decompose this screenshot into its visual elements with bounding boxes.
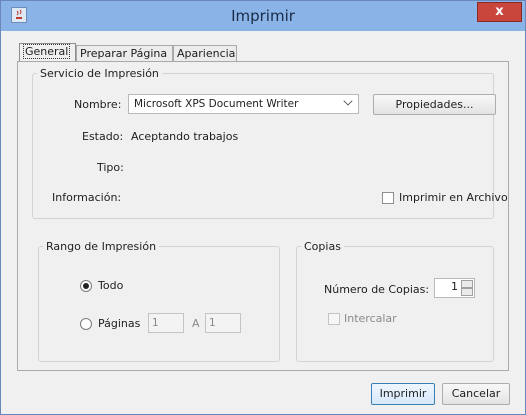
tab-label: Apariencia xyxy=(177,47,236,60)
chevron-down-icon xyxy=(343,96,353,106)
status-label: Estado: xyxy=(82,130,124,143)
general-tab-panel: Servicio de Impresión Nombre: Microsoft … xyxy=(17,61,509,371)
status-value: Aceptando trabajos xyxy=(131,130,239,143)
type-label: Tipo: xyxy=(97,161,124,174)
print-dialog: Imprimir x General Preparar Página Apari… xyxy=(0,0,526,415)
copies-group: Copias xyxy=(296,240,494,362)
print-to-file-label[interactable]: Imprimir en Archivo xyxy=(399,191,508,204)
pages-to-input[interactable]: 1 xyxy=(205,313,241,333)
copies-spinner[interactable]: 1 xyxy=(434,278,475,298)
spinner-down-icon[interactable] xyxy=(461,288,473,296)
tab-general[interactable]: General xyxy=(19,43,76,62)
cancel-button[interactable]: Cancelar xyxy=(442,383,510,405)
printer-select[interactable]: Microsoft XPS Document Writer xyxy=(128,94,359,114)
print-button[interactable]: Imprimir xyxy=(371,383,435,405)
spinner-up-icon[interactable] xyxy=(461,280,473,288)
radio-selected-dot xyxy=(83,283,89,289)
print-range-legend: Rango de Impresión xyxy=(46,240,157,253)
close-icon: x xyxy=(495,4,504,19)
copies-legend: Copias xyxy=(304,240,341,253)
tab-label: General xyxy=(23,44,71,59)
collate-label: Intercalar xyxy=(344,312,397,325)
window-title: Imprimir xyxy=(231,7,295,25)
info-label: Información: xyxy=(52,191,122,204)
radio-all[interactable] xyxy=(80,280,92,292)
dialog-body: General Preparar Página Apariencia Servi… xyxy=(9,37,517,407)
printer-name-label: Nombre: xyxy=(74,98,122,111)
properties-button[interactable]: Propiedades... xyxy=(373,94,496,115)
print-to-file-checkbox[interactable] xyxy=(382,192,394,204)
copies-count-value: 1 xyxy=(451,280,458,293)
pages-from-input[interactable]: 1 xyxy=(148,313,184,333)
title-bar[interactable]: Imprimir x xyxy=(1,1,525,31)
tab-appearance[interactable]: Apariencia xyxy=(173,45,237,62)
radio-all-label[interactable]: Todo xyxy=(98,279,123,292)
close-button[interactable]: x xyxy=(477,2,522,22)
tab-label: Preparar Página xyxy=(80,47,168,60)
radio-pages-label[interactable]: Páginas xyxy=(98,317,140,330)
tab-page-setup[interactable]: Preparar Página xyxy=(76,45,173,62)
collate-checkbox[interactable] xyxy=(328,313,340,325)
pages-to-label: A xyxy=(192,317,200,330)
copies-count-label: Número de Copias: xyxy=(324,283,430,296)
print-service-legend: Servicio de Impresión xyxy=(40,67,159,80)
radio-pages[interactable] xyxy=(80,318,92,330)
printer-select-value: Microsoft XPS Document Writer xyxy=(134,98,299,110)
print-range-group: Rango de Impresión xyxy=(38,240,280,362)
